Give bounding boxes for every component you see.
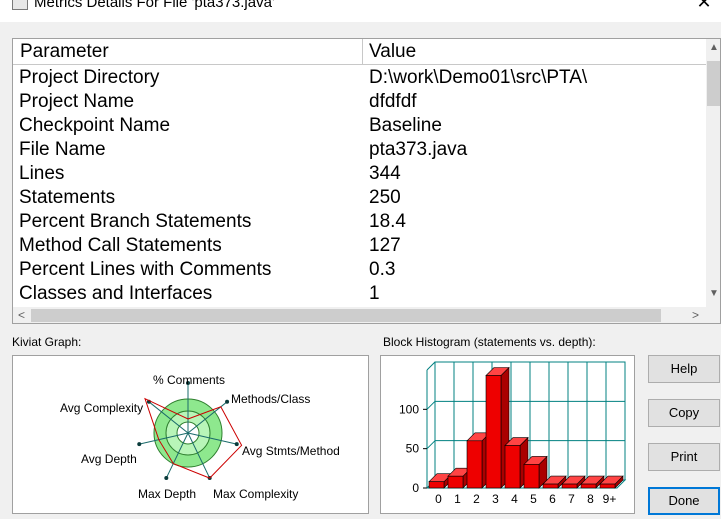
histogram-gridline	[426, 400, 436, 410]
metrics-list[interactable]: Parameter Value Project Directory D:\work…	[12, 38, 721, 324]
table-row[interactable]: Checkpoint Name Baseline	[13, 114, 706, 138]
table-row[interactable]: Classes and Interfaces 1	[13, 282, 706, 306]
table-row[interactable]: Percent Lines with Comments 0.3	[13, 258, 706, 282]
histogram-axis	[426, 361, 436, 371]
kiviat-axis-endpoint	[137, 442, 142, 447]
kiviat-axis-label: Max Depth	[138, 487, 196, 501]
histogram-bar	[428, 481, 445, 489]
kiviat-axis-endpoint	[234, 442, 239, 447]
histogram-bar	[504, 445, 521, 489]
histogram-x-tick-label: 2	[473, 492, 480, 506]
kiviat-axis-label: Avg Stmts/Method	[242, 444, 340, 458]
histogram-bar	[599, 483, 616, 489]
metrics-rows: Project Directory D:\work\Demo01\src\PTA\…	[13, 66, 706, 306]
kiviat-graph-panel: % Comments Methods/Class Avg Stmts/Method M…	[12, 355, 369, 514]
histogram-y-tick-label: 100	[399, 402, 419, 416]
kiviat-axis-label: Max Complexity	[213, 487, 298, 501]
histogram-bar	[561, 483, 578, 489]
app-icon	[12, 0, 28, 10]
histogram-bar	[523, 464, 540, 489]
scroll-left-icon[interactable]: <	[13, 307, 30, 323]
copy-button[interactable]: Copy	[648, 399, 720, 427]
histogram-x-tick-label: 3	[492, 492, 499, 506]
parameter-cell: Statements	[19, 187, 116, 208]
parameter-cell: Project Name	[19, 91, 135, 112]
histogram-x-tick-label: 4	[511, 492, 518, 506]
parameter-cell: File Name	[19, 139, 106, 160]
value-cell: dfdfdf	[369, 91, 417, 112]
value-cell: 250	[369, 187, 401, 208]
table-row[interactable]: Project Directory D:\work\Demo01\src\PTA\	[13, 66, 706, 90]
help-button[interactable]: Help	[648, 355, 720, 383]
kiviat-axis-endpoint	[225, 399, 230, 404]
kiviat-axis-label: Avg Complexity	[60, 401, 143, 415]
histogram-gridline	[426, 440, 436, 450]
parameter-cell: Percent Lines with Comments	[19, 259, 272, 280]
histogram-x-tick-label: 8	[587, 492, 594, 506]
kiviat-graph-label: Kiviat Graph:	[12, 335, 82, 349]
block-histogram-label: Block Histogram (statements vs. depth):	[383, 335, 596, 349]
table-row[interactable]: Lines 344	[13, 162, 706, 186]
histogram-bar	[466, 440, 483, 489]
histogram-bar	[485, 375, 502, 489]
histogram-x-tick-label: 7	[568, 492, 575, 506]
vertical-scroll-thumb[interactable]	[707, 61, 720, 106]
table-row[interactable]: Percent Branch Statements 18.4	[13, 210, 706, 234]
done-button[interactable]: Done	[648, 487, 720, 515]
column-header-value[interactable]: Value	[363, 39, 706, 65]
parameter-cell: Checkpoint Name	[19, 115, 171, 136]
vertical-scrollbar[interactable]: ▲ ▼	[706, 39, 720, 309]
parameter-cell: Classes and Interfaces	[19, 283, 213, 304]
histogram-bar	[580, 483, 597, 489]
parameter-cell: Percent Branch Statements	[19, 211, 252, 232]
table-row[interactable]: File Name pta373.java	[13, 138, 706, 162]
kiviat-axis-label: Methods/Class	[231, 392, 310, 406]
histogram-y-tick-label: 0	[412, 481, 419, 495]
block-histogram: 0 1 2 3 4 5 6 7 8 9+050100	[399, 361, 627, 506]
table-row[interactable]: Method Call Statements 127	[13, 234, 706, 258]
table-row[interactable]: Project Name dfdfdf	[13, 90, 706, 114]
value-cell: D:\work\Demo01\src\PTA\	[369, 67, 588, 88]
histogram-y-tick-label: 50	[406, 442, 420, 456]
value-cell: 344	[369, 163, 401, 184]
print-button[interactable]: Print	[648, 443, 720, 471]
table-row[interactable]: Statements 250	[13, 186, 706, 210]
parameter-cell: Project Directory	[19, 67, 160, 88]
kiviat-axis-label: Avg Depth	[81, 452, 137, 466]
histogram-x-tick-label: 0	[435, 492, 442, 506]
scroll-up-icon[interactable]: ▲	[706, 39, 720, 56]
scroll-right-icon[interactable]: >	[687, 307, 704, 323]
value-cell: Baseline	[369, 115, 442, 136]
horizontal-scrollbar[interactable]: < >	[13, 307, 706, 323]
title-bar: Metrics Details For File 'pta373.java' ✕	[0, 0, 721, 22]
histogram-bar	[542, 483, 559, 489]
value-cell: 127	[369, 235, 401, 256]
horizontal-scroll-thumb[interactable]	[31, 309, 661, 322]
value-cell: 1	[369, 283, 380, 304]
histogram-x-tick-label: 9+	[603, 492, 617, 506]
histogram-x-tick-label: 5	[530, 492, 537, 506]
kiviat-axis-endpoint	[164, 476, 169, 481]
parameter-cell: Method Call Statements	[19, 235, 222, 256]
value-cell: pta373.java	[369, 139, 468, 160]
scrollbar-corner	[706, 307, 720, 323]
histogram-x-tick-label: 6	[549, 492, 556, 506]
histogram-x-tick-label: 1	[454, 492, 461, 506]
kiviat-axis-label: % Comments	[153, 373, 225, 387]
value-cell: 0.3	[369, 259, 396, 280]
close-button[interactable]: ✕	[692, 0, 716, 13]
parameter-cell: Lines	[19, 163, 65, 184]
block-histogram-panel: 0 1 2 3 4 5 6 7 8 9+ 0 50 100	[380, 355, 635, 514]
scroll-down-icon[interactable]: ▼	[706, 285, 720, 302]
value-cell: 18.4	[369, 211, 406, 232]
kiviat-graph: % Comments Methods/Class Avg Stmts/Method M…	[60, 373, 340, 501]
histogram-bar	[447, 475, 464, 489]
window-title: Metrics Details For File 'pta373.java'	[34, 0, 275, 11]
column-header-parameter[interactable]: Parameter	[13, 39, 363, 65]
